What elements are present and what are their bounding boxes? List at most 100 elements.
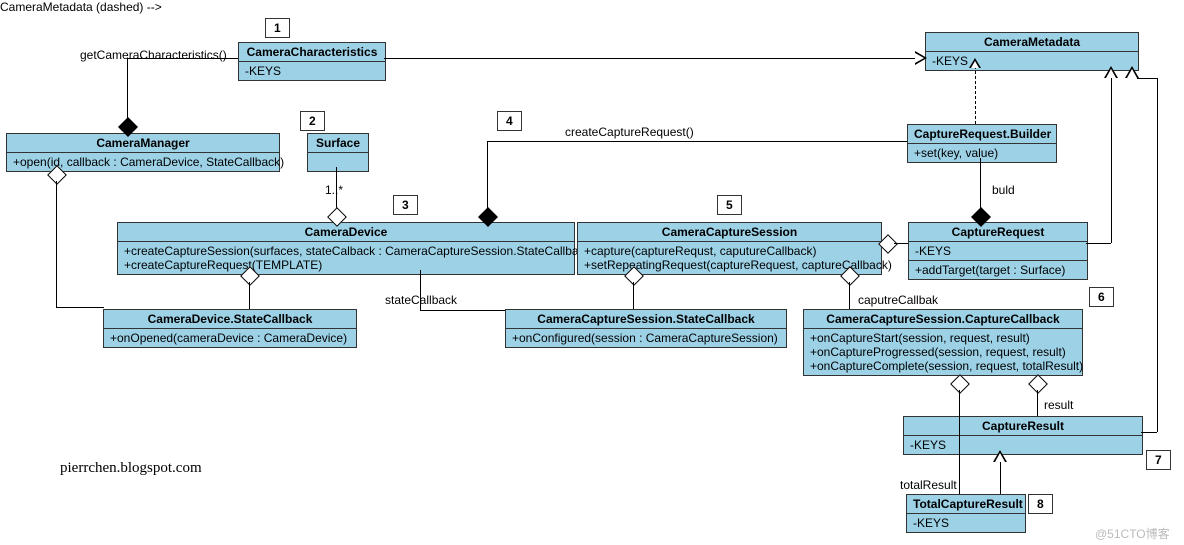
line bbox=[1111, 78, 1112, 243]
class-title: CameraDevice.StateCallback bbox=[104, 310, 356, 329]
class-title: CaptureRequest.Builder bbox=[908, 125, 1056, 144]
class-total-capture-result: TotalCaptureResult -KEYS bbox=[906, 494, 1026, 533]
line bbox=[56, 307, 104, 308]
method: +onCaptureComplete(session, request, tot… bbox=[810, 359, 1076, 373]
note-6: 6 bbox=[1089, 287, 1114, 307]
credit-text: pierrchen.blogspot.com bbox=[60, 460, 202, 477]
class-title: CaptureResult bbox=[904, 417, 1142, 436]
class-title: CameraCaptureSession.CaptureCallback bbox=[804, 310, 1082, 329]
line bbox=[1000, 462, 1001, 494]
line bbox=[1137, 78, 1157, 79]
class-capture-request-builder: CaptureRequest.Builder +set(key, value) bbox=[907, 124, 1057, 163]
method: +setRepeatingRequest(captureRequest, cap… bbox=[584, 258, 875, 272]
class-camera-device: CameraDevice +createCaptureSession(surfa… bbox=[117, 222, 575, 275]
attribute: -KEYS bbox=[907, 514, 1025, 532]
class-title: CameraMetadata bbox=[926, 33, 1138, 52]
method: +onCaptureProgressed(session, request, r… bbox=[810, 345, 1076, 359]
methods: +createCaptureSession(surfaces, stateCal… bbox=[118, 242, 574, 274]
note-text: 8 bbox=[1037, 497, 1044, 511]
aggregation-diamond bbox=[950, 374, 970, 394]
method: +createCaptureSession(surfaces, stateCal… bbox=[124, 244, 568, 258]
dependency-arrow bbox=[969, 58, 981, 68]
class-title: CaptureRequest bbox=[909, 223, 1087, 242]
note-8: 8 bbox=[1028, 494, 1053, 514]
class-title: TotalCaptureResult bbox=[907, 495, 1025, 514]
note-7: 7 bbox=[1146, 450, 1171, 470]
empty-section bbox=[308, 153, 368, 171]
line bbox=[487, 141, 907, 142]
watermark: @51CTO博客 bbox=[1095, 525, 1170, 542]
class-title: Surface bbox=[308, 134, 368, 153]
note-text: 2 bbox=[309, 114, 316, 128]
line bbox=[633, 282, 634, 309]
class-title: CameraDevice bbox=[118, 223, 574, 242]
line bbox=[849, 282, 850, 309]
label-result: result bbox=[1044, 398, 1073, 412]
label-create-capture-request: createCaptureRequest() bbox=[565, 125, 694, 139]
line bbox=[384, 58, 915, 59]
line bbox=[980, 158, 981, 211]
class-surface: Surface bbox=[307, 133, 369, 172]
class-capture-request: CaptureRequest -KEYS +addTarget(target :… bbox=[908, 222, 1088, 280]
label-get-camera-characteristics: getCameraCharacteristics() bbox=[80, 48, 227, 62]
note-4: 4 bbox=[497, 111, 522, 131]
note-text: 7 bbox=[1155, 453, 1162, 467]
generalization-arrow bbox=[915, 51, 927, 65]
uml-canvas: CameraManager +open(id, callback : Camer… bbox=[0, 0, 1184, 545]
class-title: CameraCharacteristics bbox=[239, 43, 385, 62]
class-capture-result: CaptureResult -KEYS bbox=[903, 416, 1143, 455]
line bbox=[56, 181, 57, 307]
line bbox=[959, 390, 960, 494]
line bbox=[420, 310, 505, 311]
attribute: -KEYS bbox=[904, 436, 1142, 454]
line bbox=[1037, 390, 1038, 416]
note-3: 3 bbox=[393, 195, 418, 215]
method: +createCaptureRequest(TEMPLATE) bbox=[124, 258, 568, 272]
class-ccs-capturecallback: CameraCaptureSession.CaptureCallback +on… bbox=[803, 309, 1083, 376]
label-total-result: totalResult bbox=[900, 478, 957, 492]
method: +set(key, value) bbox=[908, 144, 1056, 162]
line bbox=[1157, 78, 1158, 432]
label-multiplicity: 1..* bbox=[325, 183, 343, 197]
class-ccs-statecallback: CameraCaptureSession.StateCallback +onCo… bbox=[505, 309, 787, 348]
note-text: 6 bbox=[1098, 290, 1105, 304]
note-text: 1 bbox=[274, 21, 281, 35]
method: +onConfigured(session : CameraCaptureSes… bbox=[506, 329, 786, 347]
note-1: 1 bbox=[265, 18, 290, 38]
line bbox=[894, 243, 908, 244]
line bbox=[1086, 243, 1111, 244]
note-text: 3 bbox=[402, 198, 409, 212]
note-text: 5 bbox=[726, 198, 733, 212]
label-statecallback: stateCallback bbox=[385, 293, 457, 307]
method: +open(id, callback : CameraDevice, State… bbox=[7, 153, 279, 171]
note-2: 2 bbox=[300, 111, 325, 131]
class-camera-characteristics: CameraCharacteristics -KEYS bbox=[238, 42, 386, 81]
methods: +onCaptureStart(session, request, result… bbox=[804, 329, 1082, 375]
line bbox=[487, 141, 488, 211]
class-title: CameraManager bbox=[7, 134, 279, 153]
method: +onOpened(cameraDevice : CameraDevice) bbox=[104, 329, 356, 347]
generalization-arrow bbox=[1104, 66, 1118, 78]
method: +addTarget(target : Surface) bbox=[909, 261, 1087, 279]
attribute: -KEYS bbox=[909, 242, 1087, 261]
line bbox=[249, 282, 250, 309]
label-capture-callback: caputreCallbak bbox=[858, 293, 938, 307]
method: +capture(captureRequst, caputureCallback… bbox=[584, 244, 875, 258]
class-camera-device-statecallback: CameraDevice.StateCallback +onOpened(cam… bbox=[103, 309, 357, 348]
note-text: 4 bbox=[506, 114, 513, 128]
class-camera-capture-session: CameraCaptureSession +capture(captureReq… bbox=[577, 222, 882, 275]
class-title: CameraCaptureSession.StateCallback bbox=[506, 310, 786, 329]
label-buld: buld bbox=[992, 183, 1015, 197]
generalization-arrow bbox=[993, 450, 1007, 462]
line bbox=[975, 66, 976, 124]
attribute: -KEYS bbox=[239, 62, 385, 80]
line bbox=[127, 58, 128, 121]
line bbox=[1141, 432, 1157, 433]
class-title: CameraCaptureSession bbox=[578, 223, 881, 242]
note-5: 5 bbox=[717, 195, 742, 215]
methods: +capture(captureRequst, caputureCallback… bbox=[578, 242, 881, 274]
method: +onCaptureStart(session, request, result… bbox=[810, 331, 1076, 345]
aggregation-diamond bbox=[1028, 374, 1048, 394]
class-camera-manager: CameraManager +open(id, callback : Camer… bbox=[6, 133, 280, 172]
generalization-arrow bbox=[1125, 66, 1139, 78]
